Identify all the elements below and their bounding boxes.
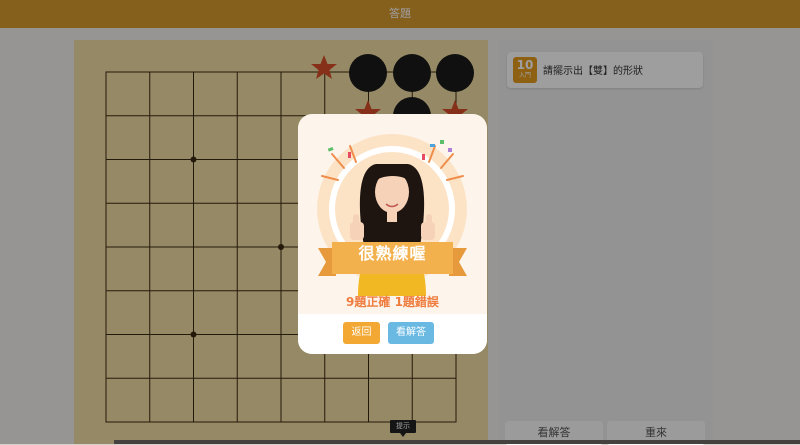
- result-modal: 很熟練喔 9題正確 1題錯誤 返回 看解答: [298, 114, 487, 354]
- thumbs-up-icon: [421, 222, 435, 240]
- back-button[interactable]: 返回: [343, 322, 380, 344]
- girl-illustration: [350, 164, 435, 296]
- thumbs-up-icon: [350, 222, 364, 240]
- result-score: 9題正確 1題錯誤: [346, 295, 439, 309]
- result-illustration: [317, 134, 467, 296]
- view-answer-button[interactable]: 看解答: [388, 322, 434, 344]
- result-title: 很熟練喔: [358, 244, 427, 263]
